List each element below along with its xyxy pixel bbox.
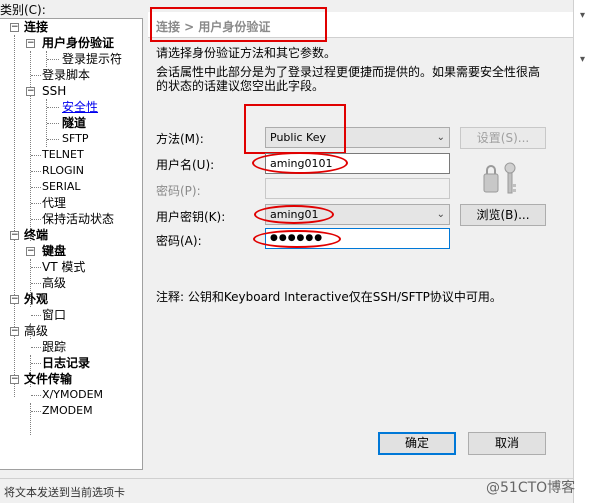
description-line-1: 请选择身份验证方法和其它参数。: [156, 46, 337, 60]
tree-item-login-prompts[interactable]: 登录提示符: [62, 51, 122, 67]
username-label: 用户名(U):: [156, 158, 215, 172]
password-field: [265, 178, 450, 199]
category-label: 类别(C):: [0, 3, 46, 17]
tree-item-advanced[interactable]: 高级: [24, 323, 48, 339]
tree-line: [31, 155, 41, 156]
tree-item-appearance[interactable]: 外观: [24, 291, 48, 307]
tree-item-ssh[interactable]: SSH: [42, 83, 66, 99]
tree-item-serial[interactable]: SERIAL: [42, 179, 80, 195]
tree-item-log-file[interactable]: 日志记录: [42, 355, 90, 371]
tree-item-xymodem[interactable]: X/YMODEM: [42, 387, 103, 403]
tree-line: [47, 107, 59, 108]
tree-item-telnet[interactable]: TELNET: [42, 147, 84, 163]
tree-item-trace[interactable]: 跟踪: [42, 339, 66, 355]
note-text: 注释: 公钥和Keyboard Interactive仅在SSH/SFTP协议中…: [156, 290, 502, 304]
collapse-icon[interactable]: −: [26, 87, 35, 96]
chevron-down-icon: ▾: [580, 54, 586, 65]
tree-line: [31, 267, 41, 268]
annotation-box-title: [150, 7, 327, 42]
ok-button[interactable]: 确定: [378, 432, 456, 455]
tree-line: [47, 59, 59, 60]
tree-line: [31, 171, 41, 172]
method-label: 方法(M):: [156, 132, 204, 146]
tree-line: [31, 395, 41, 396]
annotation-box-method: [244, 104, 346, 154]
tree-line: [31, 411, 41, 412]
tree-line: [47, 139, 59, 140]
settings-button[interactable]: 设置(S)...: [460, 127, 546, 149]
annotation-ellipse-username: [252, 152, 348, 174]
background-window-strip: ▾ ▾: [573, 0, 595, 503]
tree-line: [14, 35, 15, 397]
tree-line: [47, 123, 59, 124]
user-key-label: 用户密钥(K):: [156, 210, 226, 224]
browse-button[interactable]: 浏览(B)...: [460, 204, 546, 226]
tree-line: [30, 51, 31, 241]
key-icon: [482, 160, 522, 200]
cancel-button[interactable]: 取消: [468, 432, 546, 455]
tree-item-login-script[interactable]: 登录脚本: [42, 67, 90, 83]
tree-item-window[interactable]: 窗口: [42, 307, 66, 323]
passphrase-label: 密码(A):: [156, 234, 202, 248]
collapse-icon[interactable]: −: [10, 295, 19, 304]
category-tree[interactable]: − 连接 − 用户身份验证 登录提示符 登录脚本 − SSH 安全性 隧道 SF…: [0, 18, 143, 470]
annotation-ellipse-user-key: [254, 205, 334, 224]
chevron-down-icon: ⌄: [436, 132, 445, 143]
collapse-icon[interactable]: −: [26, 247, 35, 256]
tree-line: [31, 187, 41, 188]
collapse-icon[interactable]: −: [10, 327, 19, 336]
tree-item-terminal[interactable]: 终端: [24, 227, 48, 243]
tree-item-rlogin[interactable]: RLOGIN: [42, 163, 84, 179]
tree-item-sftp[interactable]: SFTP: [62, 131, 88, 147]
tree-line: [31, 347, 41, 348]
annotation-ellipse-passphrase: [253, 230, 341, 248]
status-text: 将文本发送到当前选项卡: [4, 486, 125, 499]
tree-line: [31, 283, 41, 284]
tree-line: [31, 203, 41, 204]
tree-item-zmodem[interactable]: ZMODEM: [42, 403, 93, 419]
password-label: 密码(P):: [156, 184, 201, 198]
tree-line: [31, 75, 41, 76]
chevron-down-icon: ⌄: [436, 209, 445, 220]
chevron-down-icon: ▾: [580, 10, 586, 21]
collapse-icon[interactable]: −: [10, 375, 19, 384]
tree-item-proxy[interactable]: 代理: [42, 195, 66, 211]
tree-item-security[interactable]: 安全性: [62, 99, 98, 115]
tree-line: [30, 403, 31, 435]
tree-item-file-transfer[interactable]: 文件传输: [24, 371, 72, 387]
tree-item-tunnels[interactable]: 隧道: [62, 115, 86, 131]
description-line-3: 的状态的话建议您空出此字段。: [156, 79, 325, 93]
tree-item-keep-alive[interactable]: 保持活动状态: [42, 211, 114, 227]
tree-item-vt-mode[interactable]: VT 模式: [42, 259, 85, 275]
tree-item-keyboard[interactable]: 键盘: [42, 243, 66, 259]
tree-line: [31, 315, 41, 316]
tree-line: [31, 363, 41, 364]
tree-line: [31, 219, 41, 220]
collapse-icon[interactable]: −: [10, 231, 19, 240]
tree-item-terminal-advanced[interactable]: 高级: [42, 275, 66, 291]
tree-item-user-auth[interactable]: 用户身份验证: [42, 35, 114, 51]
tree-item-connection[interactable]: 连接: [24, 19, 48, 35]
collapse-icon[interactable]: −: [10, 23, 19, 32]
watermark: @51CTO博客: [486, 480, 576, 496]
collapse-icon[interactable]: −: [26, 39, 35, 48]
